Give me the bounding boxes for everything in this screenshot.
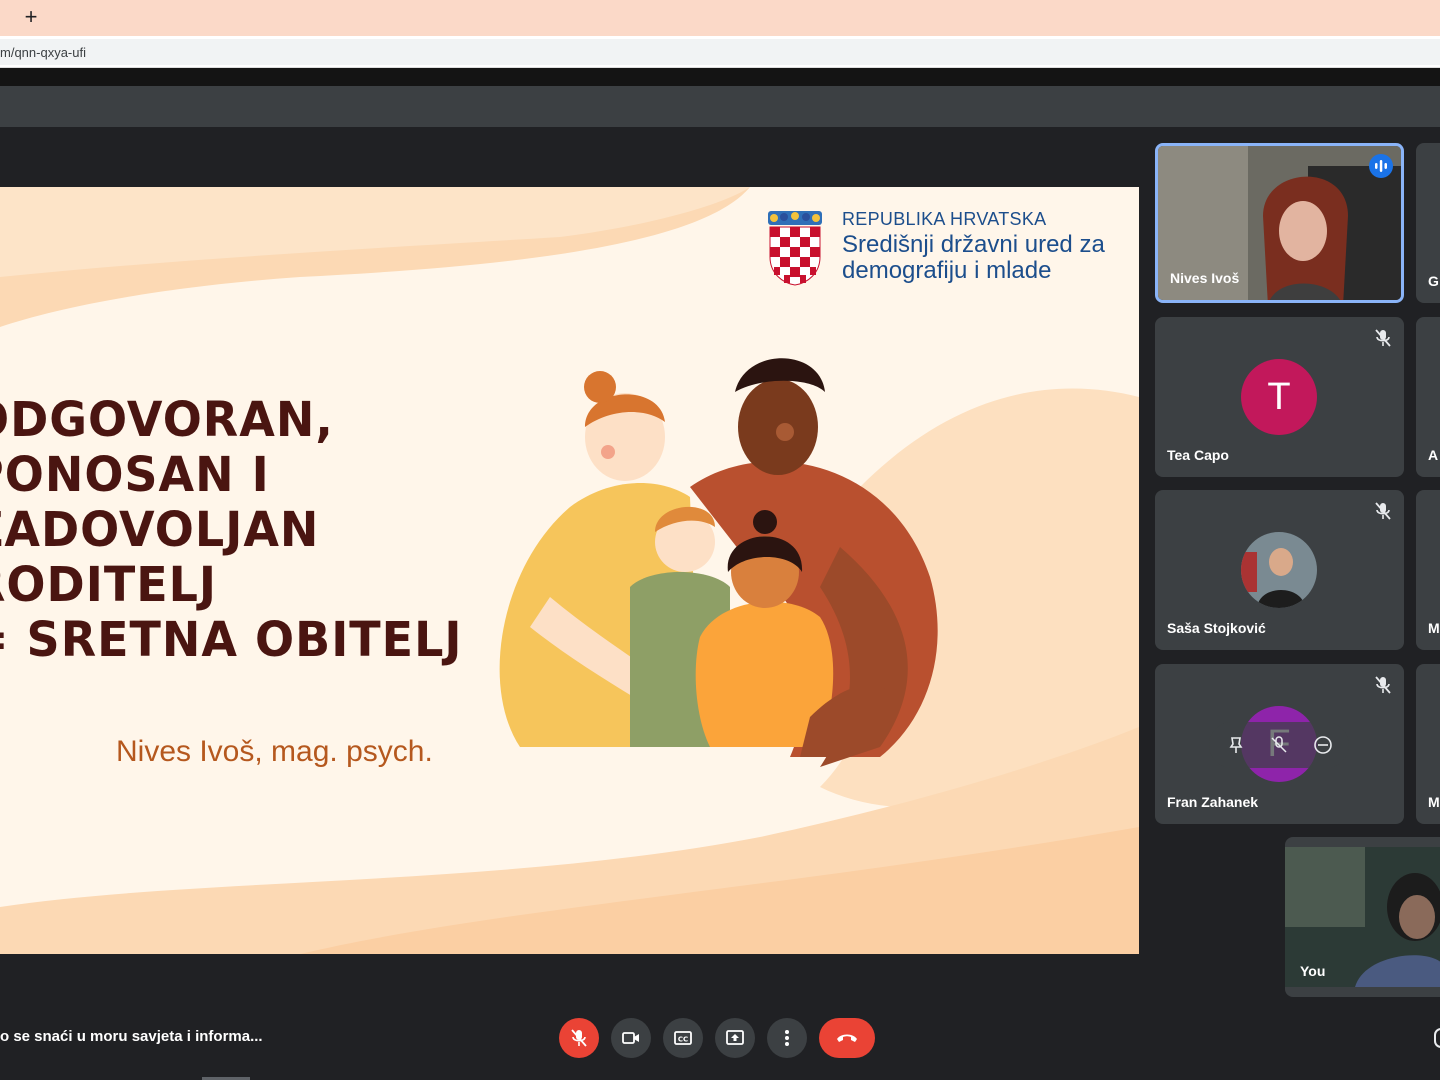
gov-name-line1: REPUBLIKA HRVATSKA bbox=[842, 209, 1047, 229]
slide-author: Nives Ivoš, mag. psych. bbox=[116, 735, 433, 768]
mic-off-icon bbox=[571, 1029, 587, 1047]
self-view-tile[interactable]: You bbox=[1285, 837, 1440, 997]
leave-call-button[interactable] bbox=[819, 1018, 875, 1058]
gov-name-line3: demografiju i mlade bbox=[842, 257, 1052, 284]
participant-tile-partial[interactable]: M bbox=[1416, 664, 1440, 824]
participant-name: Tea Capo bbox=[1167, 447, 1229, 463]
participant-name-partial: M bbox=[1428, 794, 1440, 810]
url-field[interactable]: m/qnn-qxya-ufi bbox=[0, 39, 1440, 65]
presentation-slide: REPUBLIKA HRVATSKA Središnji državni ure… bbox=[0, 187, 1139, 954]
present-screen-button[interactable] bbox=[715, 1018, 755, 1058]
camera-icon bbox=[622, 1032, 639, 1044]
participant-name-partial: M bbox=[1428, 620, 1440, 636]
hang-up-icon bbox=[837, 1034, 857, 1042]
participant-tile-partial[interactable]: M bbox=[1416, 490, 1440, 650]
slide-title-line-5: = SRETNA OBITELJ bbox=[0, 610, 463, 668]
slide-title-line-2: PONOSAN I bbox=[0, 445, 270, 503]
participant-tile-nives[interactable]: Nives Ivoš bbox=[1155, 143, 1404, 303]
speaking-indicator-icon bbox=[1369, 154, 1393, 178]
mute-participant-icon[interactable] bbox=[1269, 735, 1289, 755]
pin-icon[interactable] bbox=[1226, 735, 1246, 755]
meet-top-strip bbox=[0, 86, 1440, 127]
participant-name-partial: G bbox=[1428, 273, 1439, 289]
avatar: T bbox=[1241, 359, 1317, 435]
slide-title-line-4: RODITELJ bbox=[0, 555, 218, 613]
tile-hover-controls bbox=[1209, 722, 1349, 768]
self-name: You bbox=[1300, 963, 1326, 979]
gov-name-line2: Središnji državni ured za bbox=[842, 231, 1105, 258]
participant-tile-partial[interactable]: G bbox=[1416, 143, 1440, 303]
participant-tile-tea[interactable]: T Tea Capo bbox=[1155, 317, 1404, 477]
present-icon bbox=[726, 1030, 744, 1045]
mic-off-icon bbox=[1375, 676, 1391, 694]
closed-captions-icon: CC bbox=[674, 1031, 692, 1045]
camera-toggle-button[interactable] bbox=[611, 1018, 651, 1058]
participant-tile-partial[interactable]: A bbox=[1416, 317, 1440, 477]
browser-address-bar: m/qnn-qxya-ufi bbox=[0, 36, 1440, 68]
meeting-details-icon[interactable] bbox=[1434, 1028, 1440, 1048]
slide-title-line-3: ZADOVOLJAN bbox=[0, 500, 320, 558]
avatar bbox=[1241, 532, 1317, 608]
family-illustration bbox=[499, 358, 938, 767]
captions-button[interactable]: CC bbox=[663, 1018, 703, 1058]
participant-name: Nives Ivoš bbox=[1170, 270, 1240, 286]
slide-title-line-1: ODGOVORAN, bbox=[0, 390, 334, 448]
participant-name: Saša Stojković bbox=[1167, 620, 1266, 636]
browser-tab-bar: + bbox=[0, 0, 1440, 36]
croatian-coat-of-arms-icon bbox=[768, 211, 822, 286]
mic-off-icon bbox=[1375, 329, 1391, 347]
url-text: m/qnn-qxya-ufi bbox=[0, 45, 86, 60]
participant-name: Fran Zahanek bbox=[1167, 794, 1259, 810]
mic-off-icon bbox=[1375, 502, 1391, 520]
svg-text:CC: CC bbox=[678, 1036, 688, 1044]
remove-participant-icon[interactable] bbox=[1313, 735, 1333, 755]
new-tab-button[interactable]: + bbox=[18, 4, 44, 30]
meeting-title[interactable]: o se snaći u moru savjeta i informa... bbox=[0, 1028, 263, 1045]
microphone-toggle-button[interactable] bbox=[559, 1018, 599, 1058]
window-separator bbox=[0, 68, 1440, 86]
participant-name-partial: A bbox=[1428, 447, 1439, 463]
more-options-button[interactable] bbox=[767, 1018, 807, 1058]
participant-tile-sasa[interactable]: Saša Stojković bbox=[1155, 490, 1404, 650]
more-vert-icon bbox=[785, 1030, 789, 1046]
